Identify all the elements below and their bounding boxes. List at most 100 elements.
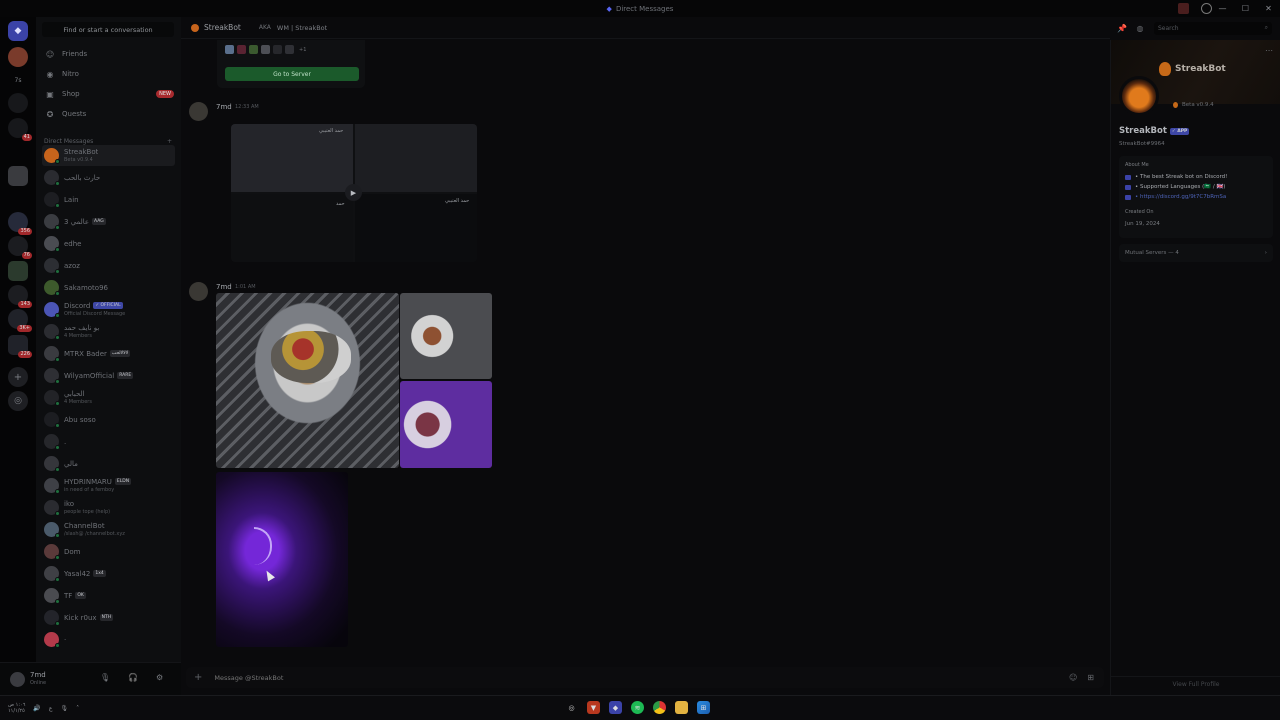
brave-icon[interactable]: ▼ xyxy=(587,701,600,714)
dm-row[interactable]: edhe xyxy=(42,233,175,254)
dm-row[interactable]: TF OK xyxy=(42,585,175,606)
dm-tag: ✓ OFFICIAL xyxy=(93,302,123,309)
dm-header-label: Direct Messages xyxy=(44,138,94,145)
dm-row[interactable]: Dom xyxy=(42,541,175,562)
media-tile[interactable] xyxy=(355,124,477,192)
photo-attachment[interactable] xyxy=(400,293,492,379)
avatar[interactable] xyxy=(189,102,208,121)
status-indicator xyxy=(55,533,60,538)
avatar[interactable] xyxy=(10,672,25,687)
profile-toggle-icon[interactable]: ◍ xyxy=(1134,24,1146,33)
dm-row[interactable]: 3 عالمي AAG xyxy=(42,211,175,232)
microphone-icon[interactable]: 🎙 xyxy=(100,673,110,682)
server-icon[interactable] xyxy=(8,47,28,67)
discover-icon[interactable]: ◎ xyxy=(8,391,28,411)
media-tile[interactable] xyxy=(231,124,353,192)
go-to-server-button[interactable]: Go to Server xyxy=(225,67,359,81)
message-author[interactable]: 7md xyxy=(216,103,232,111)
media-tile[interactable] xyxy=(231,194,353,262)
server-icon[interactable]: 76 xyxy=(8,236,32,259)
clock[interactable]: ١:٠٦ ص ١١/١/٢٥ xyxy=(8,702,25,714)
chevron-up-icon[interactable]: ˄ xyxy=(76,705,79,712)
media-mosaic[interactable]: حمد العتيبي حمد حمد العتيبي ▶ xyxy=(231,124,477,262)
dm-row[interactable]: StreakBot Beta v0.9.4 xyxy=(42,145,175,166)
dm-row[interactable]: Abu soso xyxy=(42,409,175,430)
dm-name-text: · xyxy=(64,635,67,644)
browser-icon[interactable]: ◎ xyxy=(565,701,578,714)
volume-icon[interactable]: 🔊 xyxy=(33,705,40,712)
photo-attachment[interactable] xyxy=(216,472,348,647)
server-icon[interactable] xyxy=(8,166,28,186)
view-full-profile-button[interactable]: View Full Profile xyxy=(1111,676,1280,692)
dm-row[interactable]: Kick r0ux NTH xyxy=(42,607,175,628)
photo-attachment[interactable] xyxy=(400,381,492,468)
play-icon[interactable]: ▶ xyxy=(345,184,362,201)
dm-row[interactable]: Sakamoto96 xyxy=(42,277,175,298)
dm-row[interactable]: iko people tope (help) xyxy=(42,497,175,518)
dm-row[interactable]: حارث بالحب xyxy=(42,167,175,188)
search-input[interactable]: Search ⌕ xyxy=(1154,21,1272,35)
close-button[interactable]: ✕ xyxy=(1257,4,1280,13)
attach-button[interactable]: + xyxy=(194,672,202,683)
dm-row[interactable]: · xyxy=(42,629,175,650)
spotify-icon[interactable]: ≋ xyxy=(631,701,644,714)
nav-quests[interactable]: ✪ Quests xyxy=(44,106,174,122)
dm-row[interactable]: Yasal42 1x4 xyxy=(42,563,175,584)
server-icon[interactable] xyxy=(8,261,28,281)
avatar[interactable] xyxy=(189,282,208,301)
windows-icon[interactable]: ⊞ xyxy=(697,701,710,714)
server-icon[interactable] xyxy=(8,93,28,113)
pin-icon[interactable]: 📌 xyxy=(1116,24,1128,33)
dm-row[interactable]: Lain xyxy=(42,189,175,210)
dm-row[interactable]: WilyamOfficial RARE xyxy=(42,365,175,386)
server-icon[interactable]: 3K+ xyxy=(8,309,32,332)
apps-icon[interactable]: ⊞ xyxy=(1087,673,1094,682)
chat-header: StreakBot AKA WM | StreakBot xyxy=(181,17,1110,39)
find-conversation-button[interactable]: Find or start a conversation xyxy=(42,22,174,37)
nav-label: Nitro xyxy=(62,70,79,78)
avatar[interactable] xyxy=(1119,76,1159,116)
nav-friends[interactable]: ☺ Friends xyxy=(44,46,174,62)
minimize-button[interactable]: — xyxy=(1211,4,1234,13)
message-input[interactable] xyxy=(214,673,1069,682)
create-dm-button[interactable]: + xyxy=(167,138,172,145)
mutual-servers-button[interactable]: Mutual Servers — 4 › xyxy=(1119,244,1273,262)
message-list[interactable]: +1 Go to Server 7md 12:33 AM حمد العتيبي… xyxy=(181,40,1110,662)
maximize-button[interactable]: ☐ xyxy=(1234,4,1257,13)
microphone-icon[interactable]: 🎙 xyxy=(60,705,68,712)
avatar[interactable] xyxy=(191,23,199,32)
dm-row[interactable]: ChannelBot/slash@ /channelbot.xyz xyxy=(42,519,175,540)
more-icon[interactable]: ⋯ xyxy=(1265,46,1273,55)
chrome-icon[interactable] xyxy=(653,701,666,714)
server-icon[interactable]: 226 xyxy=(8,335,32,358)
gear-icon[interactable]: ⚙ xyxy=(156,673,163,682)
discord-icon[interactable]: ◆ xyxy=(609,701,622,714)
language-indicator[interactable]: ع xyxy=(49,705,53,712)
avatar xyxy=(44,456,60,472)
message-author[interactable]: 7md xyxy=(216,283,232,291)
inbox-icon[interactable] xyxy=(1178,3,1189,14)
server-icon[interactable]: 7s xyxy=(8,70,28,90)
home-button[interactable]: ◆ xyxy=(8,21,28,41)
emoji-icon[interactable]: ☺ xyxy=(1069,673,1077,682)
about-link[interactable]: • https://discord.gg/9t7C7bRmSa xyxy=(1125,194,1226,200)
dm-row[interactable]: HYDRINMARU ELDN in need of a femboy xyxy=(42,475,175,496)
dm-tag: AAG xyxy=(92,218,106,225)
dm-row[interactable]: azoz xyxy=(42,255,175,276)
dm-row[interactable]: . xyxy=(42,431,175,452)
media-tile[interactable] xyxy=(355,194,477,262)
photo-attachment[interactable] xyxy=(216,293,399,468)
dm-row[interactable]: مالي xyxy=(42,453,175,474)
nav-shop[interactable]: ▣ Shop NEW xyxy=(44,86,174,102)
server-icon[interactable]: 143 xyxy=(8,285,32,308)
server-icon[interactable]: 41 xyxy=(8,118,32,141)
dm-row[interactable]: بو نايف حمد 4 Members xyxy=(42,321,175,342)
dm-row[interactable]: Discord ✓ OFFICIAL Official Discord Messag… xyxy=(42,299,175,320)
folder-icon[interactable] xyxy=(675,701,688,714)
server-icon[interactable]: 356 xyxy=(8,212,32,235)
nav-nitro[interactable]: ◉ Nitro xyxy=(44,66,174,82)
headphones-icon[interactable]: 🎧 xyxy=(128,673,138,682)
add-server-icon[interactable]: + xyxy=(8,367,28,387)
dm-row[interactable]: MTRX Bader لالالالحب xyxy=(42,343,175,364)
dm-row[interactable]: الحبابي 4 Members xyxy=(42,387,175,408)
